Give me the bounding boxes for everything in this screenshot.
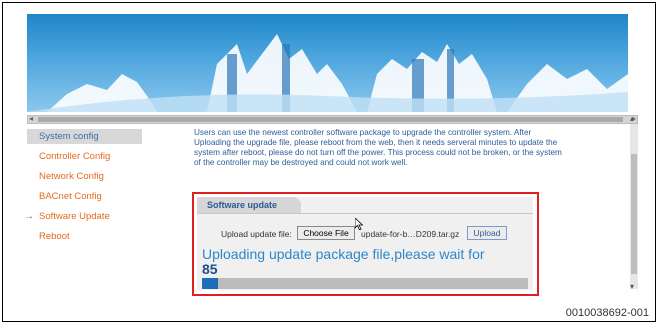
status-message-prefix: Uploading update package file,please wai… xyxy=(202,246,485,262)
tab-divider xyxy=(197,213,533,214)
sidebar-item-reboot[interactable]: Reboot xyxy=(27,229,142,244)
tab-software-update[interactable]: Software update xyxy=(197,197,301,213)
figure-reference-code: 0010038692-001 xyxy=(565,307,649,319)
vertical-scroll-thumb[interactable] xyxy=(631,154,637,274)
upload-file-label: Upload update file: xyxy=(221,229,292,239)
upload-progress-fill xyxy=(202,278,218,289)
highlight-box: Software update Upload update file: Choo… xyxy=(192,192,539,296)
upload-progress-bar xyxy=(202,278,528,289)
sidebar-item-controller-config[interactable]: Controller Config xyxy=(27,149,142,164)
seconds-remaining: 85 xyxy=(202,261,218,277)
sidebar-item-bacnet-config[interactable]: BACnet Config xyxy=(27,189,142,204)
choose-file-button[interactable]: Choose File xyxy=(297,226,355,240)
sidebar-item-network-config[interactable]: Network Config xyxy=(27,169,142,184)
city-banner-image xyxy=(27,14,628,112)
main-content: System config Controller Config Network … xyxy=(24,124,630,296)
mouse-pointer-icon xyxy=(355,218,363,230)
scroll-down-icon[interactable]: ▾ xyxy=(630,282,634,291)
sidebar-item-system-config[interactable]: System config xyxy=(27,129,142,144)
vertical-scrollbar[interactable]: ▴ ▾ xyxy=(630,114,638,291)
update-description: Users can use the newest controller soft… xyxy=(194,128,562,167)
horizontal-scrollbar[interactable]: ◂ ▸ xyxy=(27,114,638,124)
sidebar-item-software-update[interactable]: Software Update xyxy=(27,209,142,224)
upload-button[interactable]: Upload xyxy=(467,226,507,240)
scroll-up-icon[interactable]: ▴ xyxy=(630,114,634,123)
selected-file-name: update-for-b…D209.tar.gz xyxy=(361,229,460,239)
software-update-panel: Software update Upload update file: Choo… xyxy=(197,197,533,292)
scroll-left-icon[interactable]: ◂ xyxy=(29,114,33,123)
horizontal-scroll-thumb[interactable] xyxy=(38,117,623,122)
